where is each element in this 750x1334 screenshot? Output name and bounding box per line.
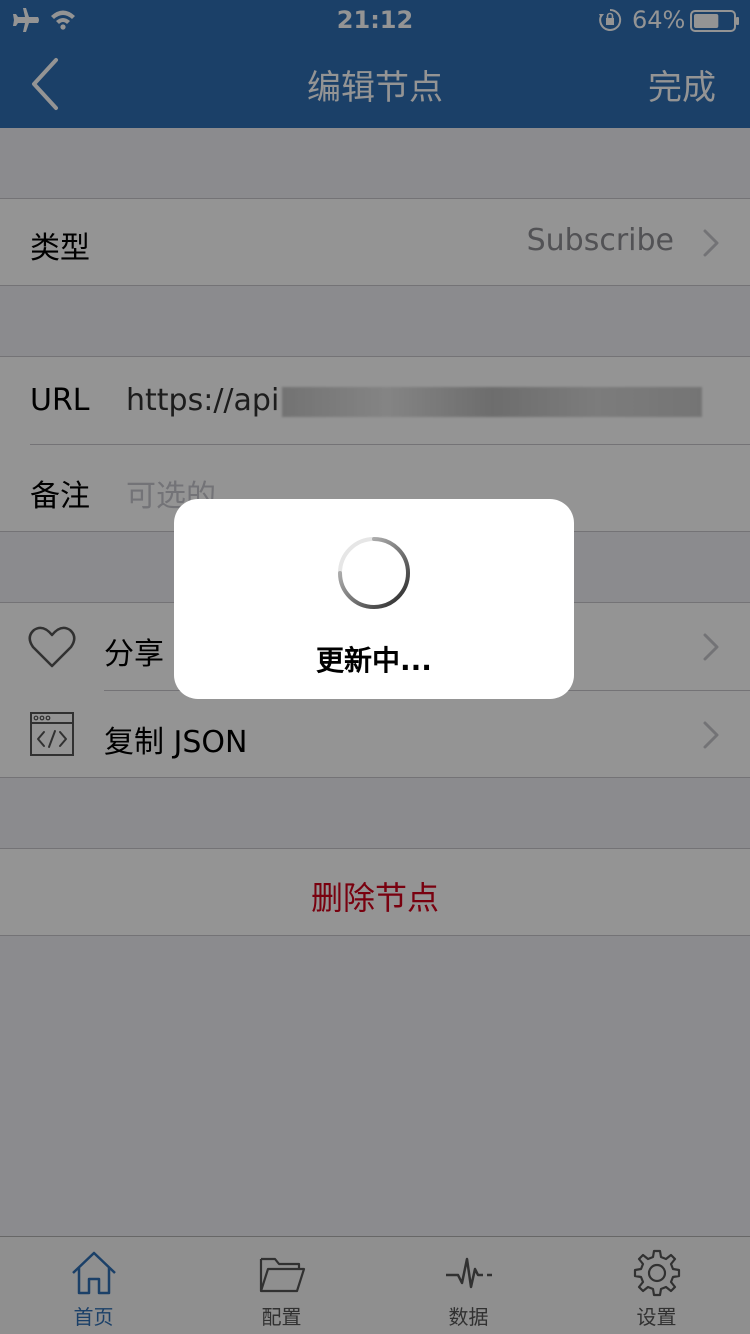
spinner-icon	[338, 537, 410, 609]
loading-message: 更新中...	[316, 644, 432, 677]
app-screen: 21:12 64% 编辑节点 完成 类型 Subscribe URL https…	[0, 0, 750, 1334]
loading-hud: 更新中...	[174, 499, 574, 699]
